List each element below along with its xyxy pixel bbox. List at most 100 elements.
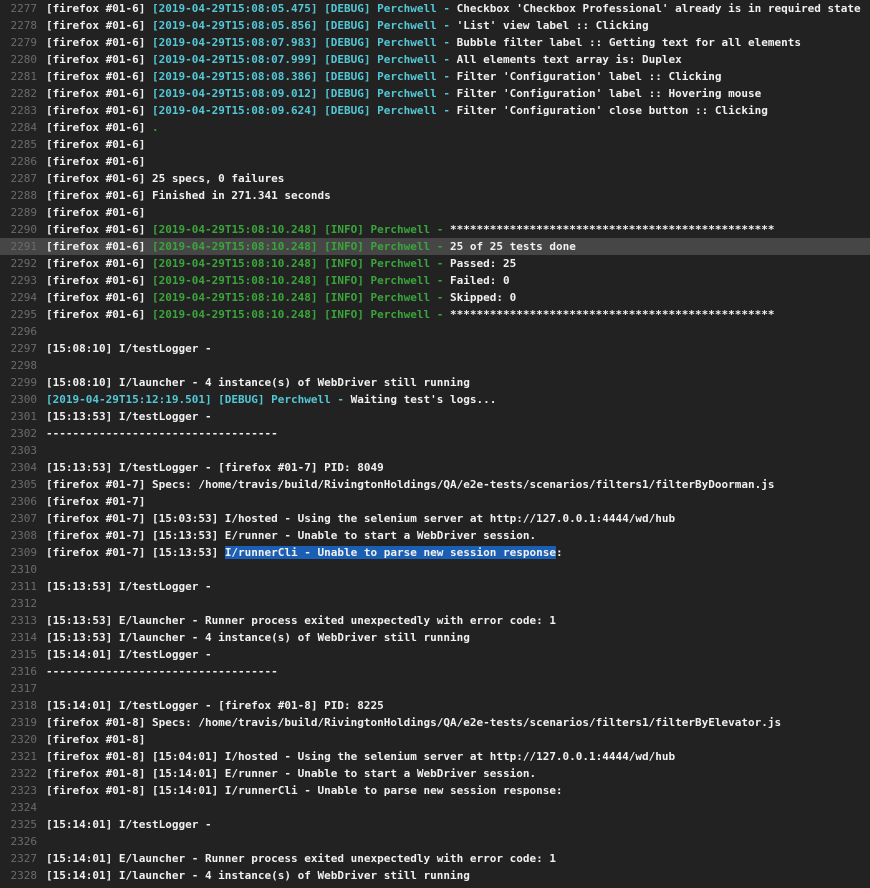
log-segment: [firefox #01-6] <box>46 19 152 32</box>
log-segment: Waiting test's logs... <box>350 393 497 406</box>
log-segment: [2019-04-29T15:08:10.248] [INFO] Perchwe… <box>151 274 450 287</box>
log-segment: [2019-04-29T15:08:10.248] [INFO] Perchwe… <box>151 223 450 236</box>
log-line[interactable]: 2316 ----------------------------------- <box>0 663 870 680</box>
log-segment: [2019-04-29T15:08:09.012] [DEBUG] Perchw… <box>151 87 457 100</box>
log-line-highlighted[interactable]: 2291 [firefox #01-6] [2019-04-29T15:08:10… <box>0 238 870 255</box>
log-text: [15:13:53] I/testLogger - [firefox #01-7… <box>46 461 384 474</box>
log-line[interactable]: 2314 [15:13:53] I/launcher - 4 instance(s… <box>0 629 870 646</box>
log-segment: Bubble filter label :: Getting text for … <box>456 36 801 49</box>
log-line[interactable]: 2310 <box>0 561 870 578</box>
log-segment: [2019-04-29T15:08:05.856] [DEBUG] Perchw… <box>151 19 457 32</box>
log-text: [firefox #01-8] <box>46 733 145 746</box>
log-line[interactable]: 2313 [15:13:53] E/launcher - Runner proce… <box>0 612 870 629</box>
log-line[interactable]: 2289 [firefox #01-6] <box>0 204 870 221</box>
log-segment: [15:08:10] I/testLogger - <box>46 342 212 355</box>
log-line[interactable]: 2279 [firefox #01-6] [2019-04-29T15:08:07… <box>0 34 870 51</box>
line-number: 2303 <box>10 444 38 457</box>
log-line[interactable]: 2293 [firefox #01-6] [2019-04-29T15:08:10… <box>0 272 870 289</box>
line-number: 2311 <box>10 580 38 593</box>
log-line[interactable]: 2297 [15:08:10] I/testLogger - <box>0 340 870 357</box>
log-text: [15:14:01] I/testLogger - <box>46 648 212 661</box>
log-text: [15:13:53] E/launcher - Runner process e… <box>46 614 556 627</box>
log-line[interactable]: 2288 [firefox #01-6] Finished in 271.341 … <box>0 187 870 204</box>
log-line[interactable]: 2312 <box>0 595 870 612</box>
log-line[interactable]: 2302 ----------------------------------- <box>0 425 870 442</box>
log-segment: [15:14:01] I/testLogger - [firefox #01-8… <box>46 699 384 712</box>
log-line[interactable]: 2318 [15:14:01] I/testLogger - [firefox #… <box>0 697 870 714</box>
log-segment: [15:08:10] I/launcher - 4 instance(s) of… <box>46 376 470 389</box>
log-line[interactable]: 2287 [firefox #01-6] 25 specs, 0 failures <box>0 170 870 187</box>
log-line[interactable]: 2322 [firefox #01-8] [15:14:01] E/runner … <box>0 765 870 782</box>
log-line[interactable]: 2300 [2019-04-29T15:12:19.501] [DEBUG] Pe… <box>0 391 870 408</box>
log-line[interactable]: 2282 [firefox #01-6] [2019-04-29T15:08:09… <box>0 85 870 102</box>
log-text: ----------------------------------- <box>46 665 278 678</box>
line-number: 2327 <box>10 852 38 865</box>
log-line[interactable]: 2305 [firefox #01-7] Specs: /home/travis/… <box>0 476 870 493</box>
selected-text: I/runnerCli - Unable to parse new sessio… <box>224 546 556 559</box>
log-line[interactable]: 2328 [15:14:01] I/launcher - 4 instance(s… <box>0 867 870 884</box>
log-line[interactable]: 2307 [firefox #01-7] [15:03:53] I/hosted … <box>0 510 870 527</box>
log-line[interactable]: 2306 [firefox #01-7] <box>0 493 870 510</box>
log-segment: [firefox #01-6] <box>46 206 146 219</box>
log-line[interactable]: 2319 [firefox #01-8] Specs: /home/travis/… <box>0 714 870 731</box>
line-number: 2326 <box>10 835 38 848</box>
log-line[interactable]: 2292 [firefox #01-6] [2019-04-29T15:08:10… <box>0 255 870 272</box>
log-text: [firefox #01-6] <box>46 138 145 151</box>
log-line[interactable]: 2308 [firefox #01-7] [15:13:53] E/runner … <box>0 527 870 544</box>
log-line[interactable]: 2290 [firefox #01-6] [2019-04-29T15:08:10… <box>0 221 870 238</box>
log-segment: [firefox #01-7] [15:13:53] E/runner - Un… <box>46 529 537 542</box>
line-number: 2312 <box>10 597 38 610</box>
log-text: [firefox #01-6] [2019-04-29T15:08:10.248… <box>46 223 775 236</box>
log-text: [firefox #01-6] [2019-04-29T15:08:05.856… <box>46 19 649 32</box>
log-text: [firefox #01-8] [15:14:01] I/runnerCli -… <box>46 784 563 797</box>
log-line[interactable]: 2295 [firefox #01-6] [2019-04-29T15:08:10… <box>0 306 870 323</box>
log-line[interactable]: 2311 [15:13:53] I/testLogger - <box>0 578 870 595</box>
line-number: 2319 <box>10 716 38 729</box>
log-line[interactable]: 2294 [firefox #01-6] [2019-04-29T15:08:10… <box>0 289 870 306</box>
line-number: 2318 <box>10 699 38 712</box>
log-segment: [2019-04-29T15:08:09.624] [DEBUG] Perchw… <box>151 104 457 117</box>
log-text: [firefox #01-8] [15:14:01] E/runner - Un… <box>46 767 536 780</box>
line-number: 2291 <box>10 240 38 253</box>
line-number: 2278 <box>10 19 38 32</box>
log-line[interactable]: 2286 [firefox #01-6] <box>0 153 870 170</box>
log-segment: [firefox #01-6] 25 specs, 0 failures <box>46 172 285 185</box>
log-line[interactable]: 2303 <box>0 442 870 459</box>
log-line[interactable]: 2324 <box>0 799 870 816</box>
log-text: [firefox #01-7] [15:03:53] I/hosted - Us… <box>46 512 675 525</box>
log-line[interactable]: 2283 [firefox #01-6] [2019-04-29T15:08:09… <box>0 102 870 119</box>
log-line[interactable]: 2280 [firefox #01-6] [2019-04-29T15:08:07… <box>0 51 870 68</box>
log-line[interactable]: 2326 <box>0 833 870 850</box>
log-text: [firefox #01-6] Finished in 271.341 seco… <box>46 189 331 202</box>
log-line[interactable]: 2299 [15:08:10] I/launcher - 4 instance(s… <box>0 374 870 391</box>
log-line[interactable]: 2304 [15:13:53] I/testLogger - [firefox #… <box>0 459 870 476</box>
log-line[interactable]: 2317 <box>0 680 870 697</box>
log-line[interactable]: 2321 [firefox #01-8] [15:04:01] I/hosted … <box>0 748 870 765</box>
log-segment: [firefox #01-6] <box>46 138 146 151</box>
line-number: 2308 <box>10 529 38 542</box>
line-number: 2325 <box>10 818 38 831</box>
log-line[interactable]: 2327 [15:14:01] E/launcher - Runner proce… <box>0 850 870 867</box>
log-segment: [2019-04-29T15:08:10.248] [INFO] Perchwe… <box>151 240 450 253</box>
log-line[interactable]: 2284 [firefox #01-6] . <box>0 119 870 136</box>
line-number: 2292 <box>10 257 38 270</box>
log-line[interactable]: 2278 [firefox #01-6] [2019-04-29T15:08:05… <box>0 17 870 34</box>
log-line[interactable]: 2301 [15:13:53] I/testLogger - <box>0 408 870 425</box>
log-line[interactable]: 2298 <box>0 357 870 374</box>
log-segment: [firefox #01-6] <box>46 155 146 168</box>
log-viewer[interactable]: 2277 [firefox #01-6] [2019-04-29T15:08:05… <box>0 0 870 888</box>
log-line[interactable]: 2296 <box>0 323 870 340</box>
line-number: 2315 <box>10 648 38 661</box>
log-segment: Passed: 25 <box>449 257 517 270</box>
log-line[interactable]: 2323 [firefox #01-8] [15:14:01] I/runnerC… <box>0 782 870 799</box>
log-line[interactable]: 2285 [firefox #01-6] <box>0 136 870 153</box>
log-line[interactable]: 2309 [firefox #01-7] [15:13:53] I/runnerC… <box>0 544 870 561</box>
log-line[interactable]: 2315 [15:14:01] I/testLogger - <box>0 646 870 663</box>
log-segment: [15:13:53] E/launcher - Runner process e… <box>46 614 556 627</box>
log-line[interactable]: 2281 [firefox #01-6] [2019-04-29T15:08:08… <box>0 68 870 85</box>
log-segment: [15:14:01] I/testLogger - <box>46 818 212 831</box>
log-segment: [15:14:01] E/launcher - Runner process e… <box>46 852 556 865</box>
log-line[interactable]: 2277 [firefox #01-6] [2019-04-29T15:08:05… <box>0 0 870 17</box>
log-line[interactable]: 2320 [firefox #01-8] <box>0 731 870 748</box>
log-line[interactable]: 2325 [15:14:01] I/testLogger - <box>0 816 870 833</box>
